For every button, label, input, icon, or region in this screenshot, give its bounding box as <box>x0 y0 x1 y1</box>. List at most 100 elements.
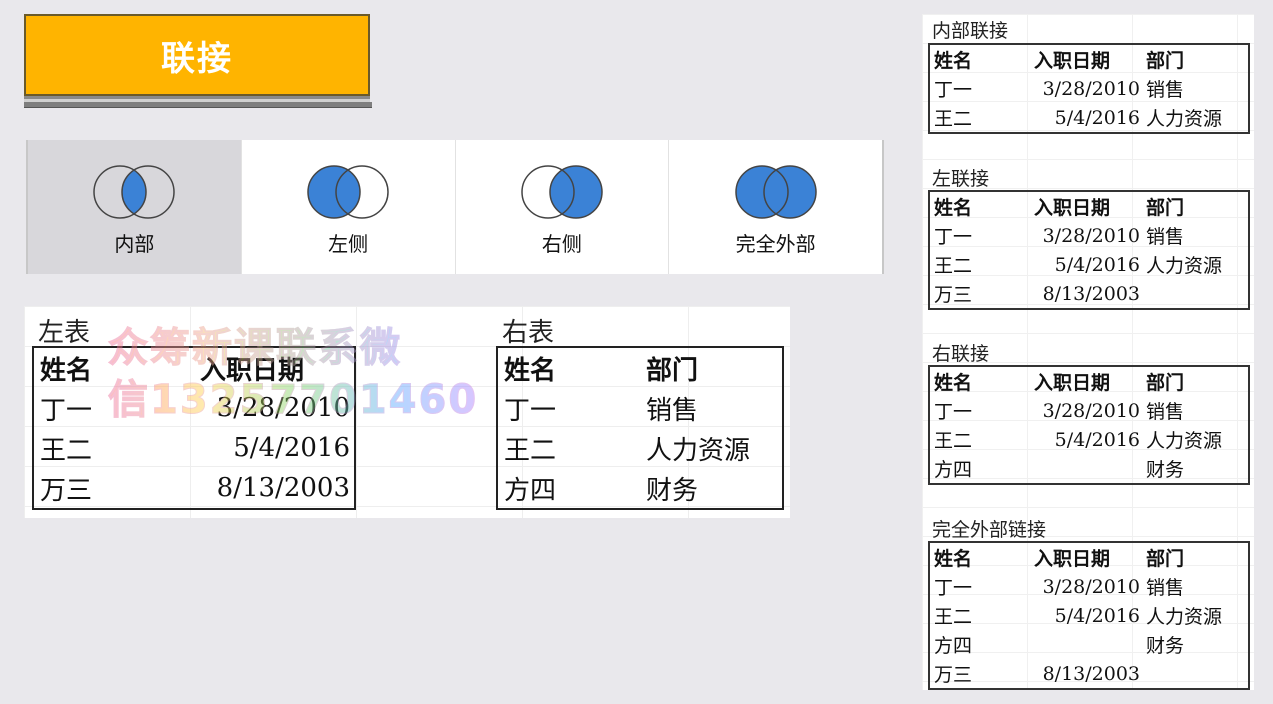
header-cell: 姓名 <box>40 355 93 386</box>
table-row: 丁一 3/28/2010 销售 <box>930 221 1248 250</box>
header-cell: 姓名 <box>934 372 973 394</box>
header-cell: 入职日期 <box>1034 372 1111 394</box>
join-kind-right[interactable]: 右侧 <box>456 140 670 274</box>
right-join-result-table: 姓名 入职日期 部门 丁一 3/28/2010 销售 王二 5/4/2016 人… <box>928 365 1250 485</box>
table-cell: 王二 <box>934 430 973 452</box>
table-cell: 丁一 <box>934 79 973 101</box>
table-cell: 财务 <box>646 475 699 506</box>
left-join-result-table: 姓名 入职日期 部门 丁一 3/28/2010 销售 王二 5/4/2016 人… <box>928 190 1250 310</box>
table-header-row: 姓名 部门 <box>498 348 782 388</box>
join-kind-left[interactable]: 左侧 <box>242 140 456 274</box>
table-cell: 王二 <box>934 108 973 130</box>
table-cell: 丁一 <box>40 395 93 426</box>
header-cell: 部门 <box>1146 50 1185 72</box>
table-cell: 3/28/2010 <box>1042 575 1140 598</box>
table-row: 方四 财务 <box>498 468 782 508</box>
table-row: 万三 8/13/2003 <box>930 279 1248 308</box>
table-cell: 3/28/2010 <box>216 393 350 423</box>
table-cell: 人力资源 <box>1146 108 1223 130</box>
table-cell: 3/28/2010 <box>1042 77 1140 100</box>
table-cell: 销售 <box>646 395 699 426</box>
table-cell: 人力资源 <box>1146 606 1223 628</box>
table-cell: 人力资源 <box>1146 255 1223 277</box>
table-cell: 万三 <box>934 284 973 306</box>
result-caption: 左联接 <box>932 168 990 190</box>
header-cell: 部门 <box>1146 197 1185 219</box>
table-cell: 丁一 <box>934 577 973 599</box>
inner-join-venn-icon <box>93 165 176 219</box>
title-divider <box>24 102 372 108</box>
table-cell: 5/4/2016 <box>1054 106 1140 129</box>
table-row: 王二 5/4/2016 人力资源 <box>930 601 1248 630</box>
table-row: 万三 8/13/2003 <box>930 659 1248 688</box>
table-row: 方四 财务 <box>930 454 1248 483</box>
table-header-row: 姓名 入职日期 部门 <box>930 367 1248 396</box>
table-header-row: 姓名 入职日期 部门 <box>930 45 1248 74</box>
table-header-row: 姓名 入职日期 部门 <box>930 192 1248 221</box>
table-cell: 人力资源 <box>646 435 751 466</box>
table-row: 方四 财务 <box>930 630 1248 659</box>
left-table: 姓名 入职日期 丁一 3/28/2010 王二 5/4/2016 万三 8/13… <box>32 346 356 510</box>
header-cell: 姓名 <box>934 197 973 219</box>
table-cell: 人力资源 <box>1146 430 1223 452</box>
inner-join-result-table: 姓名 入职日期 部门 丁一 3/28/2010 销售 王二 5/4/2016 人… <box>928 43 1250 134</box>
table-cell: 销售 <box>1146 226 1185 248</box>
table-cell: 5/4/2016 <box>1054 253 1140 276</box>
table-cell: 销售 <box>1146 577 1185 599</box>
table-row: 王二 5/4/2016 <box>34 428 354 468</box>
table-row: 王二 5/4/2016 人力资源 <box>930 250 1248 279</box>
join-kind-label: 完全外部 <box>735 232 816 256</box>
table-cell: 5/4/2016 <box>1054 604 1140 627</box>
full-outer-join-result-table: 姓名 入职日期 部门 丁一 3/28/2010 销售 王二 5/4/2016 人… <box>928 541 1250 690</box>
table-row: 王二 5/4/2016 人力资源 <box>930 425 1248 454</box>
header-cell: 部门 <box>646 355 699 386</box>
left-join-venn-icon <box>307 165 389 219</box>
table-cell: 5/4/2016 <box>233 433 350 463</box>
join-kind-full-outer[interactable]: 完全外部 <box>669 140 882 274</box>
header-cell: 入职日期 <box>200 355 305 386</box>
table-cell: 丁一 <box>934 401 973 423</box>
table-cell: 方四 <box>504 475 557 506</box>
table-row: 丁一 销售 <box>498 388 782 428</box>
table-cell: 王二 <box>934 255 973 277</box>
table-header-row: 姓名 入职日期 部门 <box>930 543 1248 572</box>
table-cell: 财务 <box>1146 459 1185 481</box>
join-kind-label: 左侧 <box>328 232 369 256</box>
table-cell: 3/28/2010 <box>1042 399 1140 422</box>
table-cell: 万三 <box>934 664 973 686</box>
table-cell: 销售 <box>1146 79 1185 101</box>
result-caption: 内部联接 <box>932 20 1009 42</box>
table-row: 丁一 3/28/2010 销售 <box>930 74 1248 103</box>
join-kind-inner[interactable]: 内部 <box>28 140 242 274</box>
table-cell: 方四 <box>934 635 973 657</box>
header-cell: 入职日期 <box>1034 548 1111 570</box>
table-cell: 王二 <box>40 435 93 466</box>
table-cell: 5/4/2016 <box>1054 428 1140 451</box>
left-table-caption: 左表 <box>38 318 91 348</box>
table-cell: 万三 <box>40 475 93 506</box>
join-results-sheet: 内部联接 姓名 入职日期 部门 丁一 3/28/2010 销售 王二 5/4/2… <box>922 14 1254 690</box>
table-cell: 方四 <box>934 459 973 481</box>
join-kind-selector: 内部 左侧 右侧 完全外部 <box>26 140 884 274</box>
table-row: 王二 5/4/2016 人力资源 <box>930 103 1248 132</box>
header-cell: 姓名 <box>934 548 973 570</box>
header-cell: 入职日期 <box>1034 50 1111 72</box>
table-cell: 8/13/2003 <box>1042 662 1140 685</box>
join-kind-label: 内部 <box>114 232 155 256</box>
table-cell: 丁一 <box>504 395 557 426</box>
table-cell: 王二 <box>934 606 973 628</box>
header-cell: 入职日期 <box>1034 197 1111 219</box>
table-cell: 销售 <box>1146 401 1185 423</box>
source-tables-sheet: 左表 姓名 入职日期 丁一 3/28/2010 王二 5/4/2016 万三 8… <box>24 306 790 518</box>
join-kind-label: 右侧 <box>541 232 582 256</box>
header-cell: 姓名 <box>934 50 973 72</box>
header-cell: 姓名 <box>504 355 557 386</box>
header-cell: 部门 <box>1146 372 1185 394</box>
result-caption: 完全外部链接 <box>932 519 1047 541</box>
table-header-row: 姓名 入职日期 <box>34 348 354 388</box>
result-caption: 右联接 <box>932 343 990 365</box>
join-title-button[interactable]: 联接 <box>24 14 370 96</box>
table-cell: 3/28/2010 <box>1042 224 1140 247</box>
table-row: 丁一 3/28/2010 <box>34 388 354 428</box>
full-outer-join-venn-icon <box>734 165 817 219</box>
